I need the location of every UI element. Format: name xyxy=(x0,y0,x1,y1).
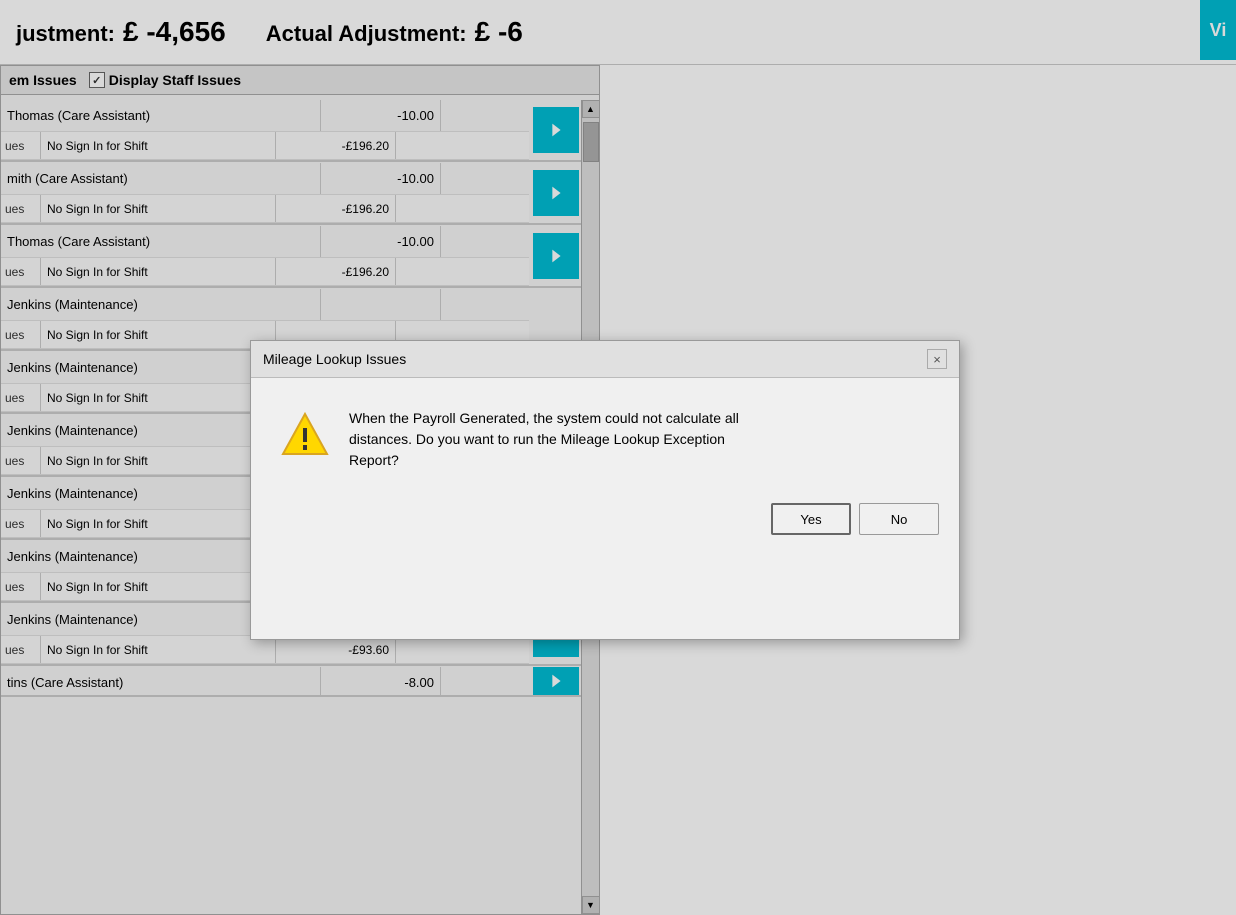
yes-button[interactable]: Yes xyxy=(771,503,851,535)
background-screen: justment: £ -4,656 Actual Adjustment: £ … xyxy=(0,0,1236,915)
modal-dialog: Mileage Lookup Issues × When the Payroll… xyxy=(250,340,960,640)
no-button[interactable]: No xyxy=(859,503,939,535)
modal-message-line1: When the Payroll Generated, the system c… xyxy=(349,410,739,426)
modal-body: When the Payroll Generated, the system c… xyxy=(251,378,959,491)
modal-titlebar: Mileage Lookup Issues × xyxy=(251,341,959,378)
modal-message-line3: Report? xyxy=(349,452,399,468)
modal-message-line2: distances. Do you want to run the Mileag… xyxy=(349,431,725,447)
modal-overlay: Mileage Lookup Issues × When the Payroll… xyxy=(0,0,1236,915)
modal-message: When the Payroll Generated, the system c… xyxy=(349,408,739,471)
modal-close-button[interactable]: × xyxy=(927,349,947,369)
warning-icon xyxy=(281,410,329,458)
modal-footer: Yes No xyxy=(251,491,959,551)
modal-title: Mileage Lookup Issues xyxy=(263,351,406,367)
